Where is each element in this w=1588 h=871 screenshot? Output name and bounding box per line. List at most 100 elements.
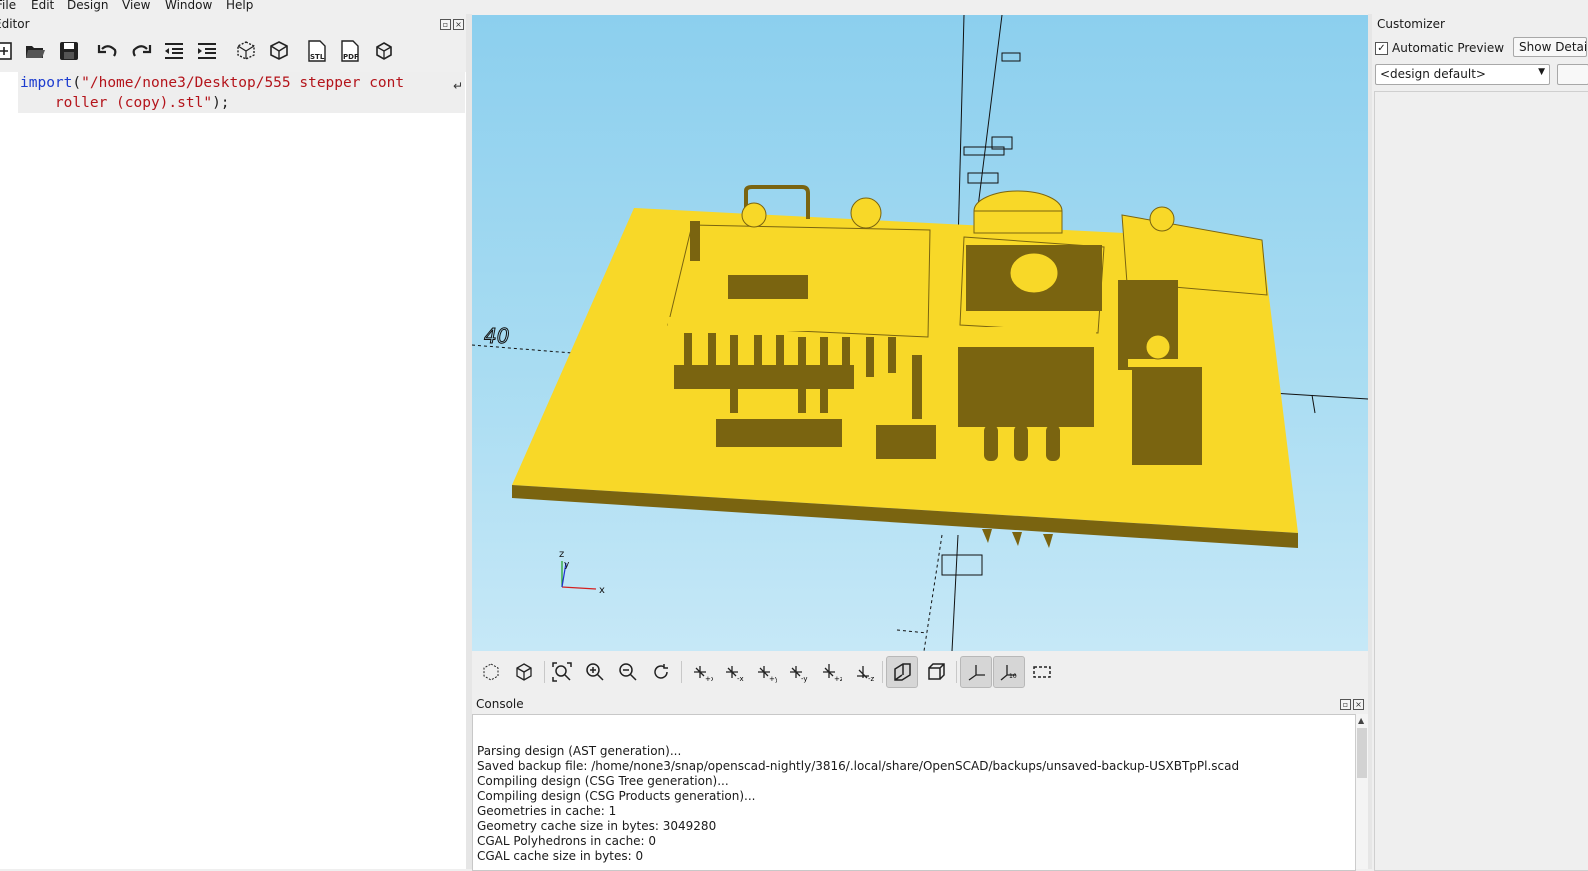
svg-text:-y: -y	[801, 675, 808, 683]
float-console-icon[interactable]: ▫	[1340, 699, 1351, 710]
float-panel-icon[interactable]: ▫	[440, 19, 451, 30]
svg-text:+y: +y	[769, 675, 777, 683]
led-right	[850, 197, 882, 229]
view-bottom-button[interactable]: -z	[852, 659, 878, 685]
open-file-button[interactable]	[22, 38, 48, 64]
console-line: Geometry cache size in bytes: 3049280	[477, 819, 717, 833]
console-lines: Parsing design (AST generation)... Saved …	[477, 744, 1239, 864]
console-scrollbar[interactable]: ▲	[1355, 714, 1368, 869]
editor-title: Editor	[0, 17, 30, 31]
view-back-button[interactable]: +y	[753, 659, 779, 685]
console-line: Parsing design (AST generation)...	[477, 744, 682, 758]
view-left-button[interactable]: -x	[721, 659, 747, 685]
new-file-button[interactable]	[0, 38, 19, 64]
preset-action-button[interactable]	[1557, 64, 1588, 85]
bottom-pins	[982, 529, 1053, 548]
preview-icon	[237, 41, 255, 60]
console-line: Geometries in cache: 1	[477, 804, 617, 818]
preview-view-button[interactable]	[478, 659, 504, 685]
show-scale-icon: 10	[1000, 665, 1017, 681]
svg-text:+z: +z	[834, 675, 842, 683]
redo-button[interactable]	[128, 38, 154, 64]
new-file-icon	[0, 42, 12, 60]
console-output[interactable]: Parsing design (AST generation)... Saved …	[472, 714, 1356, 871]
menu-design[interactable]: Design	[67, 0, 108, 12]
zoom-out-button[interactable]	[615, 659, 641, 685]
code-keyword: import	[20, 75, 73, 91]
zoom-out-icon	[619, 663, 637, 681]
mounting-hole	[1009, 252, 1059, 294]
show-edges-button[interactable]	[1029, 659, 1055, 685]
orthogonal-button[interactable]	[923, 659, 949, 685]
customizer-panel: Customizer ✓ Automatic Preview Show Deta…	[1372, 14, 1588, 871]
show-scale-button[interactable]: 10	[993, 656, 1025, 688]
view-right-button[interactable]: +x	[689, 659, 715, 685]
console-line: Compiling design (CSG Products generatio…	[477, 789, 756, 803]
close-console-icon[interactable]: ×	[1353, 699, 1364, 710]
reset-view-button[interactable]	[648, 659, 674, 685]
render-view-button[interactable]	[511, 659, 537, 685]
menu-help[interactable]: Help	[226, 0, 253, 12]
view-front-button[interactable]: -y	[785, 659, 811, 685]
led-left	[741, 202, 767, 228]
menu-view[interactable]: View	[122, 0, 150, 12]
gizmo-x-label: x	[599, 585, 605, 596]
indent-button[interactable]	[194, 38, 220, 64]
indent-icon	[198, 43, 216, 59]
scroll-up-icon[interactable]: ▲	[1358, 716, 1364, 725]
save-button[interactable]	[56, 38, 82, 64]
regulator-pins	[984, 425, 1060, 461]
3d-viewport[interactable]: 40 x y z	[472, 15, 1368, 651]
terminal-block	[1132, 365, 1202, 465]
view-all-button[interactable]	[549, 659, 575, 685]
console-title: Console	[476, 697, 524, 711]
render-button[interactable]	[266, 38, 292, 64]
pdf-label: PDF	[343, 53, 359, 61]
svg-text:-z: -z	[868, 675, 875, 683]
close-panel-icon[interactable]: ×	[453, 19, 464, 30]
unindent-button[interactable]	[161, 38, 187, 64]
preview-button[interactable]	[233, 38, 259, 64]
menu-window[interactable]: Window	[165, 0, 212, 12]
unindent-icon	[165, 43, 183, 59]
undo-button[interactable]	[95, 38, 121, 64]
view-front-icon: -y	[790, 666, 808, 683]
view-left-icon: -x	[726, 666, 744, 683]
export-stl-button[interactable]: STL	[304, 38, 330, 64]
menu-file[interactable]: File	[0, 0, 16, 12]
perspective-icon	[894, 663, 911, 681]
regulator-body	[958, 345, 1094, 427]
code-editor[interactable]: import("/home/none3/Desktop/555 stepper …	[0, 72, 466, 869]
show-details-button[interactable]: Show Details	[1513, 37, 1587, 57]
console-panel: Console ▫ × Parsing design (AST generati…	[472, 693, 1368, 871]
view-top-icon: +z	[823, 664, 842, 683]
automatic-preview-checkbox[interactable]: ✓	[1375, 42, 1388, 55]
send-to-print-button[interactable]	[371, 38, 397, 64]
view-top-button[interactable]: +z	[818, 659, 844, 685]
screw-terminal-2	[1145, 334, 1171, 360]
preset-select[interactable]: <design default> ▼	[1375, 64, 1550, 85]
line-wrap-icon: ↵	[453, 79, 464, 93]
console-line: CGAL cache size in bytes: 0	[477, 849, 644, 863]
export-stl-icon: STL	[308, 40, 326, 62]
automatic-preview-label: Automatic Preview	[1392, 41, 1505, 55]
axis-scale-label: 40	[484, 324, 509, 348]
zoom-in-button[interactable]	[582, 659, 608, 685]
export-pdf-button[interactable]: PDF	[337, 38, 363, 64]
gizmo-z-label: z	[559, 549, 564, 560]
menu-edit[interactable]: Edit	[31, 0, 54, 12]
perspective-button[interactable]	[886, 656, 918, 688]
show-edges-icon	[1033, 666, 1051, 678]
view-bottom-icon: -z	[857, 666, 875, 683]
console-line: Compiling design (CSG Tree generation)..…	[477, 774, 729, 788]
model-render: 40 x y z	[472, 15, 1368, 651]
save-icon	[60, 42, 78, 60]
customizer-title: Customizer	[1377, 17, 1445, 31]
code-tail: );	[212, 95, 230, 111]
show-axes-icon	[968, 665, 985, 681]
screw-terminal	[1149, 206, 1175, 232]
show-axes-button[interactable]	[960, 656, 992, 688]
scroll-thumb[interactable]	[1357, 728, 1367, 778]
code-text[interactable]: import("/home/none3/Desktop/555 stepper …	[20, 73, 404, 113]
render-icon	[516, 663, 532, 681]
